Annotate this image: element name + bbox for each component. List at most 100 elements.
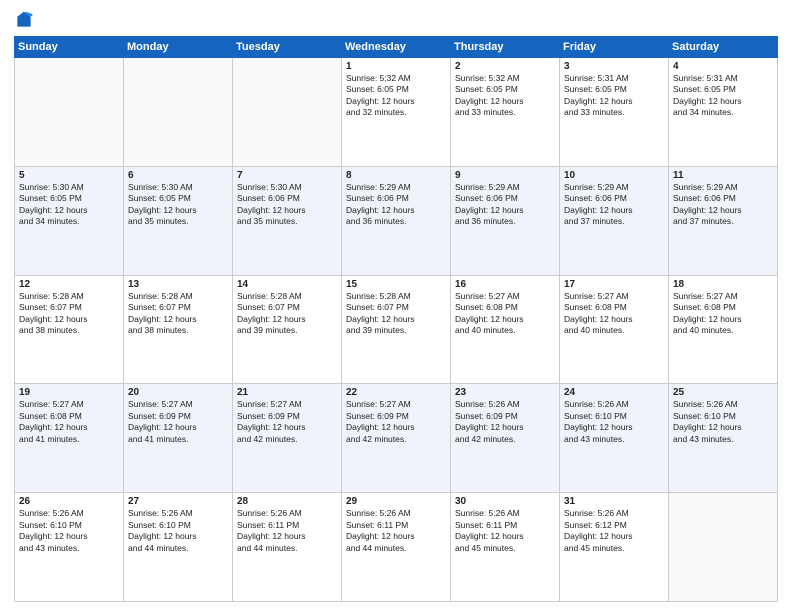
cell-info: Daylight: 12 hours (673, 422, 773, 433)
day-number: 3 (564, 61, 664, 72)
cell-info: Daylight: 12 hours (673, 314, 773, 325)
calendar-cell: 9Sunrise: 5:29 AMSunset: 6:06 PMDaylight… (451, 166, 560, 275)
day-number: 21 (237, 387, 337, 398)
cell-info: Sunrise: 5:26 AM (455, 399, 555, 410)
day-number: 4 (673, 61, 773, 72)
day-number: 27 (128, 496, 228, 507)
day-number: 31 (564, 496, 664, 507)
cell-info: Daylight: 12 hours (237, 205, 337, 216)
calendar-cell: 3Sunrise: 5:31 AMSunset: 6:05 PMDaylight… (560, 58, 669, 167)
cell-info: and 33 minutes. (455, 107, 555, 118)
cell-info: and 43 minutes. (564, 434, 664, 445)
calendar-cell: 29Sunrise: 5:26 AMSunset: 6:11 PMDayligh… (342, 493, 451, 602)
calendar-cell: 24Sunrise: 5:26 AMSunset: 6:10 PMDayligh… (560, 384, 669, 493)
cell-info: Sunrise: 5:26 AM (237, 508, 337, 519)
cell-info: Daylight: 12 hours (564, 422, 664, 433)
cell-info: Sunrise: 5:27 AM (346, 399, 446, 410)
cell-info: Sunset: 6:10 PM (564, 411, 664, 422)
cell-info: Sunrise: 5:32 AM (346, 73, 446, 84)
cell-info: Daylight: 12 hours (128, 422, 228, 433)
cell-info: Daylight: 12 hours (346, 205, 446, 216)
cell-info: Sunset: 6:09 PM (455, 411, 555, 422)
cell-info: Sunrise: 5:32 AM (455, 73, 555, 84)
calendar: SundayMondayTuesdayWednesdayThursdayFrid… (14, 36, 778, 602)
cell-info: Sunset: 6:09 PM (237, 411, 337, 422)
calendar-cell: 11Sunrise: 5:29 AMSunset: 6:06 PMDayligh… (669, 166, 778, 275)
cell-info: Sunset: 6:07 PM (237, 302, 337, 313)
calendar-week-row: 19Sunrise: 5:27 AMSunset: 6:08 PMDayligh… (15, 384, 778, 493)
day-number: 22 (346, 387, 446, 398)
cell-info: Sunset: 6:09 PM (128, 411, 228, 422)
day-number: 2 (455, 61, 555, 72)
cell-info: and 37 minutes. (673, 216, 773, 227)
calendar-cell: 21Sunrise: 5:27 AMSunset: 6:09 PMDayligh… (233, 384, 342, 493)
day-number: 8 (346, 170, 446, 181)
logo-icon (14, 10, 34, 30)
cell-info: and 39 minutes. (237, 325, 337, 336)
cell-info: and 35 minutes. (128, 216, 228, 227)
cell-info: Sunset: 6:06 PM (673, 193, 773, 204)
cell-info: Sunset: 6:10 PM (19, 520, 119, 531)
calendar-cell: 8Sunrise: 5:29 AMSunset: 6:06 PMDaylight… (342, 166, 451, 275)
cell-info: Sunrise: 5:30 AM (128, 182, 228, 193)
cell-info: Sunset: 6:07 PM (19, 302, 119, 313)
cell-info: Sunset: 6:06 PM (346, 193, 446, 204)
cell-info: Sunset: 6:11 PM (455, 520, 555, 531)
calendar-cell: 13Sunrise: 5:28 AMSunset: 6:07 PMDayligh… (124, 275, 233, 384)
cell-info: Daylight: 12 hours (237, 531, 337, 542)
calendar-cell (669, 493, 778, 602)
cell-info: and 40 minutes. (455, 325, 555, 336)
cell-info: Sunrise: 5:26 AM (19, 508, 119, 519)
calendar-week-row: 26Sunrise: 5:26 AMSunset: 6:10 PMDayligh… (15, 493, 778, 602)
cell-info: Daylight: 12 hours (19, 314, 119, 325)
cell-info: Sunset: 6:06 PM (455, 193, 555, 204)
calendar-cell: 28Sunrise: 5:26 AMSunset: 6:11 PMDayligh… (233, 493, 342, 602)
day-number: 30 (455, 496, 555, 507)
cell-info: Daylight: 12 hours (455, 96, 555, 107)
cell-info: and 39 minutes. (346, 325, 446, 336)
cell-info: and 40 minutes. (673, 325, 773, 336)
page: SundayMondayTuesdayWednesdayThursdayFrid… (0, 0, 792, 612)
weekday-header: Friday (560, 37, 669, 58)
calendar-cell: 16Sunrise: 5:27 AMSunset: 6:08 PMDayligh… (451, 275, 560, 384)
calendar-cell: 15Sunrise: 5:28 AMSunset: 6:07 PMDayligh… (342, 275, 451, 384)
cell-info: and 33 minutes. (564, 107, 664, 118)
cell-info: and 32 minutes. (346, 107, 446, 118)
cell-info: Sunrise: 5:30 AM (19, 182, 119, 193)
cell-info: Sunrise: 5:28 AM (346, 291, 446, 302)
cell-info: Daylight: 12 hours (128, 314, 228, 325)
calendar-cell: 18Sunrise: 5:27 AMSunset: 6:08 PMDayligh… (669, 275, 778, 384)
cell-info: Sunrise: 5:27 AM (455, 291, 555, 302)
day-number: 14 (237, 279, 337, 290)
calendar-header: SundayMondayTuesdayWednesdayThursdayFrid… (15, 37, 778, 58)
cell-info: Daylight: 12 hours (128, 205, 228, 216)
calendar-cell: 25Sunrise: 5:26 AMSunset: 6:10 PMDayligh… (669, 384, 778, 493)
cell-info: Daylight: 12 hours (237, 422, 337, 433)
calendar-cell: 14Sunrise: 5:28 AMSunset: 6:07 PMDayligh… (233, 275, 342, 384)
cell-info: and 36 minutes. (346, 216, 446, 227)
cell-info: Sunrise: 5:27 AM (237, 399, 337, 410)
cell-info: Sunrise: 5:30 AM (237, 182, 337, 193)
cell-info: and 44 minutes. (346, 543, 446, 554)
cell-info: Daylight: 12 hours (564, 96, 664, 107)
cell-info: and 35 minutes. (237, 216, 337, 227)
calendar-cell: 19Sunrise: 5:27 AMSunset: 6:08 PMDayligh… (15, 384, 124, 493)
cell-info: Sunrise: 5:27 AM (564, 291, 664, 302)
cell-info: Sunrise: 5:28 AM (128, 291, 228, 302)
header (14, 10, 778, 30)
calendar-cell: 12Sunrise: 5:28 AMSunset: 6:07 PMDayligh… (15, 275, 124, 384)
cell-info: Sunset: 6:05 PM (128, 193, 228, 204)
day-number: 23 (455, 387, 555, 398)
cell-info: and 38 minutes. (128, 325, 228, 336)
cell-info: Sunset: 6:05 PM (19, 193, 119, 204)
cell-info: Sunrise: 5:26 AM (455, 508, 555, 519)
cell-info: Sunset: 6:08 PM (564, 302, 664, 313)
calendar-week-row: 12Sunrise: 5:28 AMSunset: 6:07 PMDayligh… (15, 275, 778, 384)
cell-info: Sunrise: 5:28 AM (237, 291, 337, 302)
cell-info: Sunset: 6:05 PM (346, 84, 446, 95)
cell-info: Sunrise: 5:31 AM (673, 73, 773, 84)
day-number: 6 (128, 170, 228, 181)
calendar-cell: 6Sunrise: 5:30 AMSunset: 6:05 PMDaylight… (124, 166, 233, 275)
weekday-header: Wednesday (342, 37, 451, 58)
cell-info: and 42 minutes. (346, 434, 446, 445)
